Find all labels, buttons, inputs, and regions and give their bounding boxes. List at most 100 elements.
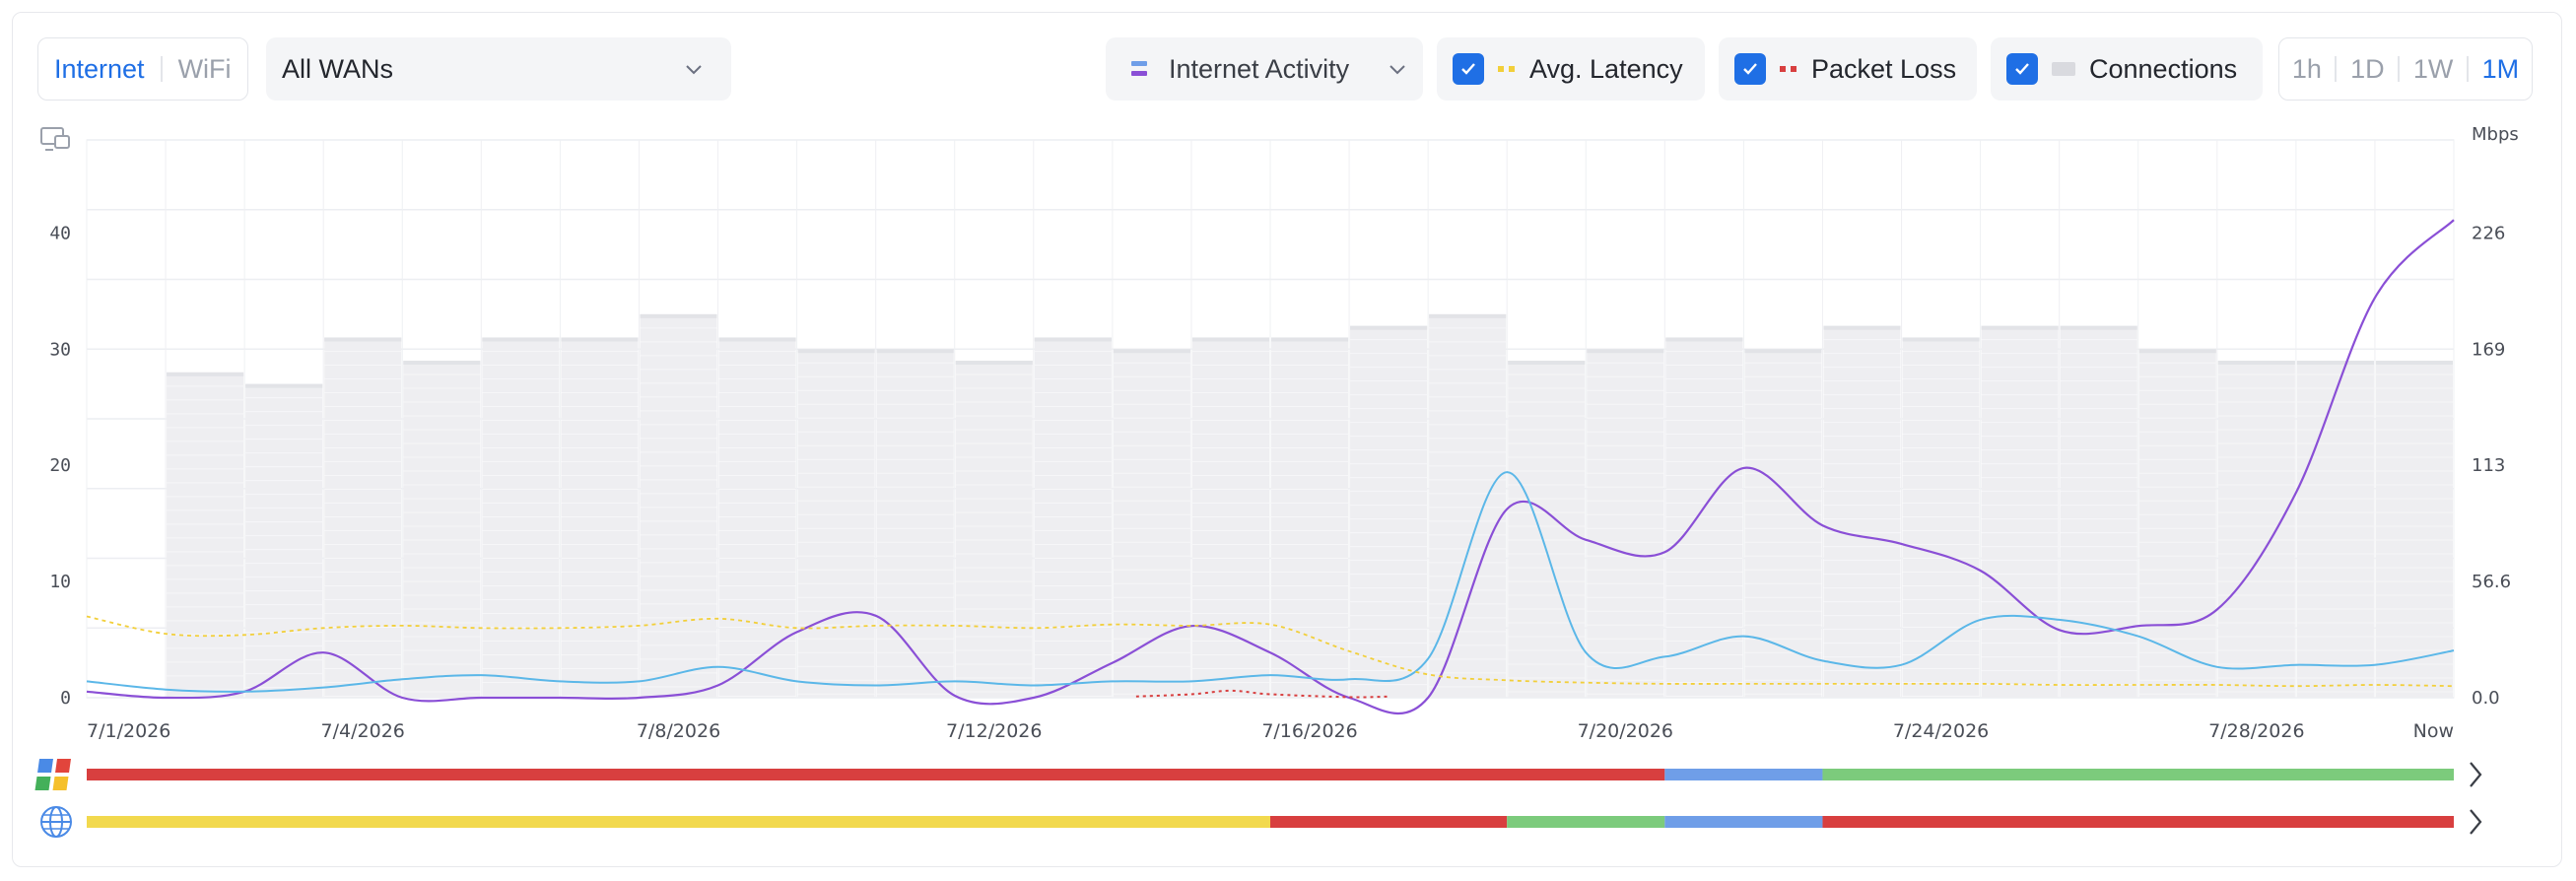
left-tick-label: 20	[49, 455, 71, 476]
connections-bar-cap	[1429, 313, 1507, 318]
connections-bar	[1034, 337, 1112, 698]
left-tick-label: 10	[49, 572, 71, 592]
activity-chart: 0 10 20 30 40 0.0 56.6 113 169 226 7/1/2026 7/4/2…	[34, 124, 2519, 838]
connections-bar-cap	[403, 361, 481, 366]
x-tick-label: 7/4/2026	[321, 720, 405, 742]
connections-bar-cap	[955, 361, 1033, 366]
x-tick-label: 7/8/2026	[637, 720, 720, 742]
connections-bar-cap	[1508, 361, 1586, 366]
chevron-right-icon[interactable]	[2470, 762, 2482, 787]
connections-bar-cap	[324, 337, 402, 342]
globe-icon	[40, 806, 72, 838]
connections-bar	[1350, 325, 1428, 698]
connections-bar	[1508, 361, 1586, 698]
right-tick-label: 56.6	[2472, 572, 2511, 592]
status-segment-red	[1270, 816, 1508, 828]
right-tick-label: 0.0	[2472, 688, 2500, 709]
connections-bar-cap	[1034, 337, 1112, 342]
screen-icon[interactable]	[40, 127, 70, 151]
connections-bar-cap	[1350, 325, 1428, 330]
connections-bar-cap	[2138, 349, 2216, 354]
icon-part	[37, 759, 53, 773]
status-segment-red	[1822, 816, 2454, 828]
connections-bar-cap	[1981, 325, 2059, 330]
chevron-right-icon[interactable]	[2470, 809, 2482, 835]
connections-bar	[1271, 337, 1349, 698]
connections-bar-cap	[640, 313, 717, 318]
connections-bar-cap	[718, 337, 796, 342]
status-segment-blue	[1664, 816, 1823, 828]
x-tick-label: 7/24/2026	[1893, 720, 1989, 742]
connections-bar-cap	[2296, 361, 2374, 366]
icon-part	[55, 759, 71, 773]
connections-bar-cap	[482, 337, 560, 342]
connections-bar	[1981, 325, 2059, 698]
connections-bar	[876, 349, 954, 698]
connections-bar	[955, 361, 1033, 698]
connections-bar	[2060, 325, 2137, 698]
connections-bar	[1191, 337, 1269, 698]
connections-bar	[324, 337, 402, 698]
right-tick-label: 113	[2472, 455, 2505, 476]
x-tick-label: 7/16/2026	[1261, 720, 1357, 742]
connections-bar-cap	[2060, 325, 2137, 330]
connections-bar-cap	[1902, 337, 1980, 342]
connections-bar-cap	[167, 372, 244, 376]
connections-bar-cap	[1665, 337, 1743, 342]
connections-bar-cap	[1271, 337, 1349, 342]
connections-bar	[403, 361, 481, 698]
connections-bar	[1744, 349, 1822, 698]
x-axis: 7/1/2026 7/4/2026 7/8/2026 7/12/2026 7/16/20…	[87, 720, 2454, 742]
x-tick-label: 7/28/2026	[2208, 720, 2304, 742]
connections-bar-cap	[2217, 361, 2295, 366]
connections-bar	[2296, 361, 2374, 698]
connections-bar-cap	[876, 349, 954, 354]
status-segment-red	[87, 769, 1665, 780]
connections-bar	[797, 349, 875, 698]
x-tick-label: 7/1/2026	[87, 720, 170, 742]
status-segment-blue	[1664, 769, 1823, 780]
connections-bar	[1429, 313, 1507, 698]
connections-bar-cap	[1744, 349, 1822, 354]
x-tick-label: 7/20/2026	[1578, 720, 1673, 742]
connections-bar-cap	[1823, 325, 1901, 330]
connections-bar	[2138, 349, 2216, 698]
right-tick-label: 169	[2472, 339, 2505, 360]
left-tick-label: 40	[49, 223, 71, 243]
icon-part	[52, 777, 69, 790]
connections-bar	[1823, 325, 1901, 698]
connections-bar	[2375, 361, 2453, 698]
connections-bar	[2217, 361, 2295, 698]
connections-bar-cap	[1113, 349, 1190, 354]
connections-bar	[245, 383, 323, 698]
x-tick-label: 7/12/2026	[946, 720, 1042, 742]
connections-bar	[640, 313, 717, 698]
connections-bar	[1587, 349, 1664, 698]
left-tick-label: 0	[60, 688, 71, 709]
right-axis: 0.0 56.6 113 169 226	[2472, 223, 2511, 709]
icon-part	[34, 777, 51, 790]
wan-provider-icon	[34, 759, 71, 790]
connections-bar-cap	[1191, 337, 1269, 342]
connections-bar	[167, 372, 244, 698]
connections-bar	[718, 337, 796, 698]
connections-bar	[482, 337, 560, 698]
connections-bar-cap	[1587, 349, 1664, 354]
connections-bar-cap	[2375, 361, 2453, 366]
x-tick-label: Now	[2413, 720, 2454, 742]
connections-bar-cap	[797, 349, 875, 354]
connections-bar-cap	[245, 383, 323, 388]
right-axis-unit: Mbps	[2472, 124, 2519, 145]
connections-bars	[167, 313, 2453, 698]
status-segment-green	[1822, 769, 2454, 780]
connections-bar	[561, 337, 639, 698]
right-tick-label: 226	[2472, 223, 2505, 243]
left-tick-label: 30	[49, 339, 71, 360]
connections-bar	[1113, 349, 1190, 698]
status-segment-yellow	[87, 816, 1270, 828]
left-axis: 0 10 20 30 40	[49, 223, 71, 709]
status-segment-green	[1507, 816, 1665, 828]
connections-bar	[1665, 337, 1743, 698]
status-bars	[34, 759, 2482, 838]
connections-bar-cap	[561, 337, 639, 342]
